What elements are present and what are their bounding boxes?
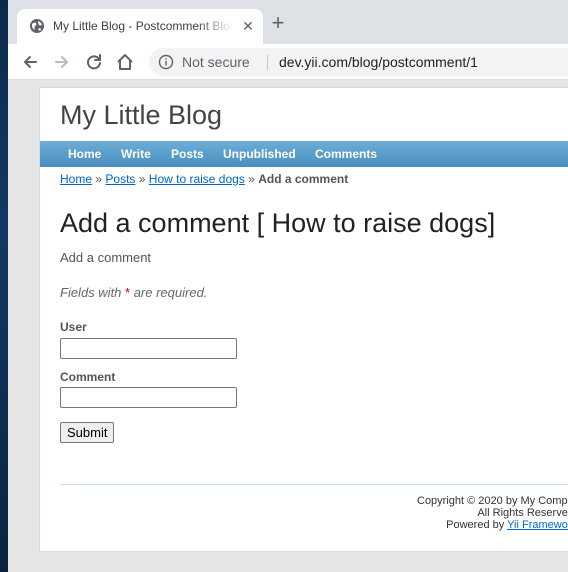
forward-arrow-icon[interactable]	[49, 49, 75, 75]
breadcrumb-current: Add a comment	[258, 172, 349, 186]
required-fields-note: Fields with * are required.	[60, 285, 207, 300]
breadcrumb-separator: »	[248, 172, 255, 186]
menu-item-comments[interactable]: Comments	[315, 147, 377, 161]
required-note-prefix: Fields with	[60, 285, 126, 300]
address-separator	[267, 55, 268, 70]
page-viewport: My Little Blog Home Write Posts Unpublis…	[8, 81, 568, 572]
close-tab-icon[interactable]: ✕	[239, 17, 257, 35]
form-subtitle: Add a comment	[60, 250, 152, 265]
footer-copyright: Copyright © 2020 by My Company.	[417, 495, 568, 507]
browser-tab[interactable]: My Little Blog - Postcomment Blog ✕	[17, 9, 263, 44]
info-icon[interactable]	[158, 54, 174, 70]
breadcrumb-posts-link[interactable]: Posts	[105, 172, 135, 186]
back-arrow-icon[interactable]	[17, 49, 43, 75]
site-logo: My Little Blog	[60, 100, 223, 130]
menu-item-home[interactable]: Home	[68, 147, 101, 161]
tab-title: My Little Blog - Postcomment Blog	[53, 19, 233, 33]
home-icon[interactable]	[112, 49, 138, 75]
browser-toolbar: Not secure dev.yii.com/blog/postcomment/…	[8, 44, 568, 80]
required-note-suffix: are required.	[130, 285, 208, 300]
address-bar[interactable]: Not secure dev.yii.com/blog/postcomment/…	[149, 48, 568, 76]
footer-powered-prefix: Powered by	[446, 519, 508, 531]
menu-item-unpublished[interactable]: Unpublished	[223, 147, 296, 161]
reload-icon[interactable]	[81, 49, 107, 75]
footer: Copyright © 2020 by My Company. All Righ…	[417, 495, 568, 531]
security-status: Not secure	[182, 54, 250, 70]
footer-powered: Powered by Yii Framework	[417, 519, 568, 531]
page-title: Add a comment [ How to raise dogs]	[60, 208, 496, 238]
page-container: My Little Blog Home Write Posts Unpublis…	[39, 87, 568, 552]
browser-tab-strip: My Little Blog - Postcomment Blog ✕ +	[8, 0, 568, 44]
globe-icon	[30, 19, 44, 33]
main-menu: Home Write Posts Unpublished Comments	[40, 141, 568, 167]
footer-divider	[60, 484, 568, 485]
comment-label: Comment	[60, 370, 116, 384]
menu-item-write[interactable]: Write	[121, 147, 151, 161]
comment-input[interactable]	[60, 387, 237, 408]
breadcrumb: Home » Posts » How to raise dogs » Add a…	[60, 172, 348, 186]
url-text[interactable]: dev.yii.com/blog/postcomment/1	[279, 54, 478, 70]
submit-button[interactable]: Submit	[60, 422, 115, 443]
menu-item-posts[interactable]: Posts	[171, 147, 204, 161]
breadcrumb-post-link[interactable]: How to raise dogs	[149, 172, 245, 186]
desktop-background	[0, 0, 8, 572]
breadcrumb-separator: »	[95, 172, 103, 186]
breadcrumb-separator: »	[138, 172, 146, 186]
footer-rights: All Rights Reserved.	[477, 507, 568, 519]
new-tab-button[interactable]: +	[268, 12, 288, 34]
breadcrumb-home-link[interactable]: Home	[60, 172, 92, 186]
yii-framework-link[interactable]: Yii Framework	[507, 519, 568, 531]
user-label: User	[60, 320, 87, 334]
user-input[interactable]	[60, 338, 237, 359]
